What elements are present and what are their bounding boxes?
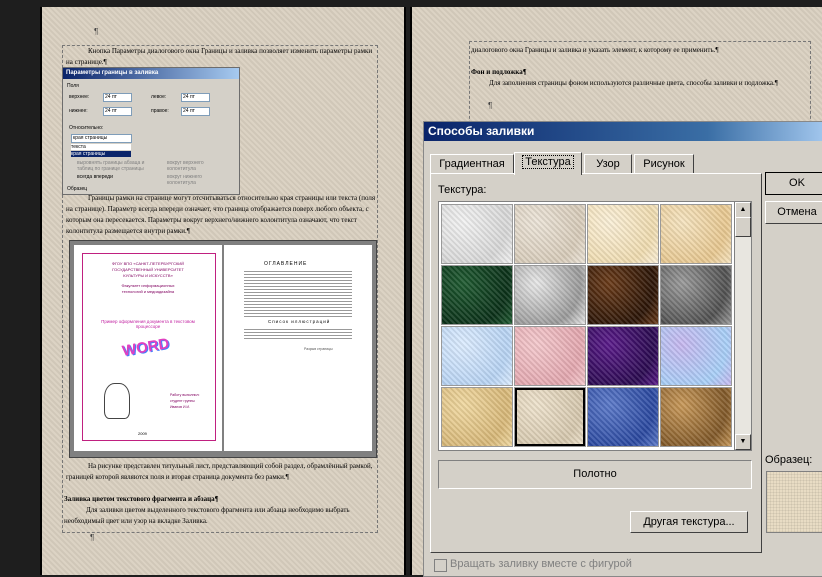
relative-label: Относительно: (69, 125, 104, 131)
title-line: КУЛЬТУРЫ И ИСКУССТВ» (123, 273, 173, 278)
toc-title: ОГЛАВЛЕНИЕ (264, 261, 308, 267)
texture-name-display: Полотно (438, 460, 752, 489)
relative-select[interactable]: края страницы (71, 134, 132, 143)
sample-title-page-image: ФГОУ ВПО «САНКТ-ПЕТЕРБУРГСКИЙ ГОСУДАРСТВ… (69, 240, 377, 458)
texture-swatch-granite[interactable] (660, 265, 732, 325)
illustrations-title: Список иллюстраций (268, 319, 331, 324)
illustration-lines (244, 327, 352, 339)
tab-label: Узор (596, 158, 620, 170)
paragraph-text: На рисунке представлен титульный лист, п… (66, 462, 373, 481)
texture-swatch-parchment[interactable] (587, 204, 659, 264)
fill-effects-dialog: Способы заливки Градиентная Текстура Узо… (423, 121, 822, 577)
year-label: 2009 (138, 431, 147, 436)
other-texture-button[interactable]: Другая текстура... (630, 511, 748, 533)
dropdown-option[interactable]: текста (71, 144, 131, 150)
sample-preview (766, 471, 822, 533)
texture-grid[interactable] (438, 201, 736, 451)
title-page-thumbnail: ФГОУ ВПО «САНКТ-ПЕТЕРБУРГСКИЙ ГОСУДАРСТВ… (74, 245, 222, 451)
texture-swatch-bouquet[interactable] (660, 326, 732, 386)
texture-swatch-green-marble[interactable] (441, 265, 513, 325)
paragraph-mark: ¶ (488, 101, 493, 110)
tab-pattern[interactable]: Узор (584, 154, 632, 174)
tab-label: Рисунок (643, 158, 685, 170)
texture-swatch-woven-mat[interactable] (660, 387, 732, 447)
texture-swatch-gray-marble[interactable] (514, 265, 586, 325)
texture-swatch-brown-marble[interactable] (587, 265, 659, 325)
paragraph-text: Кнопка Параметры диалогового окна Границ… (66, 47, 373, 66)
texture-swatch-pink-tissue[interactable] (514, 326, 586, 386)
borders-options-dialog: Параметры границы в заливка Поля верхнее… (62, 67, 240, 195)
rotate-fill-label: Вращать заливку вместе с фигурой (450, 558, 632, 570)
performer-line: Иванов И.И. (170, 405, 190, 409)
section-break: Разрыв страницы (304, 347, 333, 351)
tab-gradient[interactable]: Градиентная (430, 154, 514, 174)
title-line: технологий и медиадизайна (121, 289, 175, 294)
cartoon-figure-icon (104, 383, 130, 419)
ok-button[interactable]: OK (765, 172, 822, 195)
right-field[interactable]: 24 пт (181, 107, 210, 116)
performer-line: студент группы (170, 399, 195, 403)
tab-texture[interactable]: Текстура (514, 152, 582, 175)
top-field[interactable]: 24 пт (103, 93, 132, 102)
cancel-button[interactable]: Отмена (765, 201, 822, 224)
option-around-header[interactable]: вокруг верхнего колонтитула (167, 160, 227, 172)
paragraph-mark: ¶ (90, 533, 95, 542)
option-align-borders[interactable]: выровнять границы абзаца и таблиц по гра… (77, 160, 157, 172)
dropdown-option-selected[interactable]: края страницы (71, 151, 131, 157)
texture-swatch-denim[interactable] (587, 387, 659, 447)
option-around-footer[interactable]: вокруг нижнего колонтитула (167, 174, 227, 186)
title-line: ГОСУДАРСТВЕННЫЙ УНИВЕРСИТЕТ (112, 267, 184, 272)
section-heading: Заливка цветом текстового фрагмента и аб… (64, 495, 219, 503)
texture-swatch-white-marble[interactable] (441, 204, 513, 264)
title-line: ФГОУ ВПО «САНКТ-ПЕТЕРБУРГСКИЙ (111, 261, 185, 266)
sample-label: Образец: (765, 454, 813, 466)
left-label: левое: (151, 94, 167, 100)
scroll-down-icon[interactable]: ▼ (735, 434, 751, 450)
option-always-front[interactable]: всегда впереди (77, 174, 113, 180)
tab-label: Текстура (522, 155, 574, 169)
texture-swatch-canvas[interactable] (514, 387, 586, 447)
texture-label: Текстура: (438, 184, 487, 196)
bottom-label: нижнее: (69, 108, 88, 114)
document-page-left: ¶ Кнопка Параметры диалогового окна Гран… (40, 7, 406, 575)
paragraph-text: Границы рамки на странице могут отсчитыв… (66, 194, 376, 235)
texture-swatch-sand[interactable] (660, 204, 732, 264)
toc-lines (244, 269, 352, 317)
texture-swatch-paper[interactable] (514, 204, 586, 264)
texture-swatch-papyrus[interactable] (441, 387, 513, 447)
title-line: Факультет информационных (121, 283, 175, 288)
dialog-title: Параметры границы в заливка (63, 68, 239, 79)
texture-scrollbar[interactable]: ▲ ▼ (734, 201, 752, 451)
left-field[interactable]: 24 пт (181, 93, 210, 102)
paragraph-text: Для заполнения страницы фоном используют… (489, 79, 778, 87)
scroll-up-icon[interactable]: ▲ (735, 202, 751, 218)
paragraph-text: диалогового окна Границы и заливка и ука… (471, 46, 719, 54)
paragraph-text: Для заливки цветом выделенного текстовог… (64, 506, 350, 525)
toc-page-thumbnail: ОГЛАВЛЕНИЕ Список иллюстраций Разрыв стр… (224, 245, 372, 451)
top-label: верхнее: (69, 94, 90, 100)
bottom-field[interactable]: 24 пт (103, 107, 132, 116)
paragraph-mark: ¶ (94, 27, 99, 36)
texture-swatch-blue-tissue[interactable] (441, 326, 513, 386)
scroll-thumb[interactable] (735, 217, 751, 237)
texture-swatch-purple-mesh[interactable] (587, 326, 659, 386)
tab-label: Градиентная (439, 158, 505, 170)
sample-label: Образец (67, 186, 88, 192)
dialog-title: Способы заливки (424, 122, 822, 141)
performer-line: Работу выполнил: (170, 393, 200, 397)
fields-group-label: Поля (67, 83, 79, 89)
rotate-fill-checkbox[interactable] (434, 559, 447, 572)
section-heading: Фон и подложка¶ (471, 68, 527, 76)
tab-picture[interactable]: Рисунок (634, 154, 694, 174)
example-caption: Пример оформления документа в текстовом … (101, 319, 195, 329)
right-label: правое: (151, 108, 169, 114)
